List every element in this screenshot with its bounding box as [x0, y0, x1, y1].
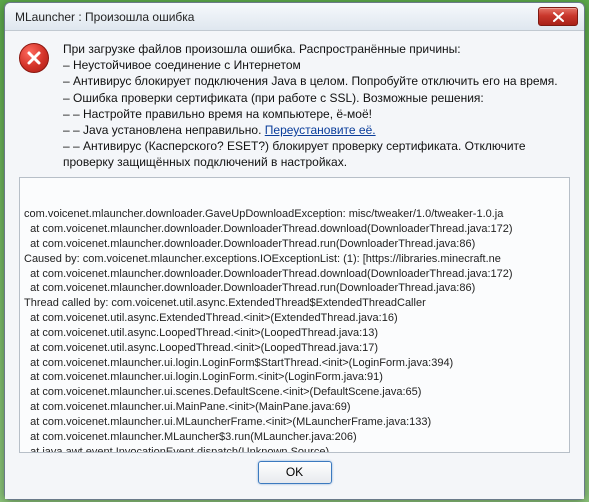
- window-title: MLauncher : Произошла ошибка: [15, 10, 194, 24]
- msg-line: – Ошибка проверки сертификата (при работ…: [63, 90, 570, 106]
- msg-line: При загрузке файлов произошла ошибка. Ра…: [63, 41, 570, 57]
- error-icon: [19, 43, 49, 73]
- close-icon: [553, 12, 564, 22]
- dialog-body: При загрузке файлов произошла ошибка. Ра…: [5, 31, 584, 499]
- msg-line: – – Java установлена неправильно. Переус…: [63, 122, 570, 138]
- stacktrace-line: at com.voicenet.util.async.LoopedThread.…: [24, 341, 570, 356]
- dialog-window: MLauncher : Произошла ошибка При загрузк…: [4, 2, 585, 500]
- msg-line: – – Настройте правильно время на компьют…: [63, 106, 570, 122]
- icon-cell: [19, 41, 53, 171]
- stacktrace-line: com.voicenet.mlauncher.downloader.GaveUp…: [24, 207, 570, 222]
- reinstall-link[interactable]: Переустановите её.: [265, 123, 376, 137]
- stacktrace-line: at java.awt.event.InvocationEvent.dispat…: [24, 445, 570, 453]
- stacktrace-line: at com.voicenet.mlauncher.ui.MainPane.<i…: [24, 400, 570, 415]
- ok-button[interactable]: OK: [258, 461, 332, 484]
- stacktrace-content: com.voicenet.mlauncher.downloader.GaveUp…: [24, 207, 570, 452]
- stacktrace-line: Caused by: com.voicenet.mlauncher.except…: [24, 252, 570, 267]
- stacktrace-line: at com.voicenet.mlauncher.ui.login.Login…: [24, 356, 570, 371]
- stacktrace-line: at com.voicenet.mlauncher.downloader.Dow…: [24, 237, 570, 252]
- message-row: При загрузке файлов произошла ошибка. Ра…: [19, 41, 570, 171]
- msg-line: – Антивирус блокирует подключения Java в…: [63, 73, 570, 89]
- msg-line: – Неустойчивое соединение с Интернетом: [63, 57, 570, 73]
- msg-line: – – Антивирус (Касперского? ESET?) блоки…: [63, 138, 570, 170]
- stacktrace-line: at com.voicenet.mlauncher.downloader.Dow…: [24, 267, 570, 282]
- stacktrace-line: at com.voicenet.mlauncher.ui.scenes.Defa…: [24, 385, 570, 400]
- close-button[interactable]: [538, 7, 578, 26]
- stacktrace-line: at com.voicenet.mlauncher.MLauncher$3.ru…: [24, 430, 570, 445]
- stacktrace-line: at com.voicenet.util.async.ExtendedThrea…: [24, 311, 570, 326]
- stacktrace-line: at com.voicenet.mlauncher.ui.MLauncherFr…: [24, 415, 570, 430]
- message-text: При загрузке файлов произошла ошибка. Ра…: [63, 41, 570, 171]
- stacktrace-box[interactable]: com.voicenet.mlauncher.downloader.GaveUp…: [19, 177, 570, 453]
- stacktrace-line: Thread called by: com.voicenet.util.asyn…: [24, 296, 570, 311]
- msg-fragment: – – Java установлена неправильно.: [63, 123, 265, 137]
- stacktrace-line: at com.voicenet.mlauncher.downloader.Dow…: [24, 222, 570, 237]
- stacktrace-line: at com.voicenet.util.async.LoopedThread.…: [24, 326, 570, 341]
- x-icon: [26, 50, 42, 66]
- stacktrace-line: at com.voicenet.mlauncher.downloader.Dow…: [24, 281, 570, 296]
- button-row: OK: [19, 453, 570, 486]
- titlebar[interactable]: MLauncher : Произошла ошибка: [5, 3, 584, 31]
- stacktrace-line: at com.voicenet.mlauncher.ui.login.Login…: [24, 370, 570, 385]
